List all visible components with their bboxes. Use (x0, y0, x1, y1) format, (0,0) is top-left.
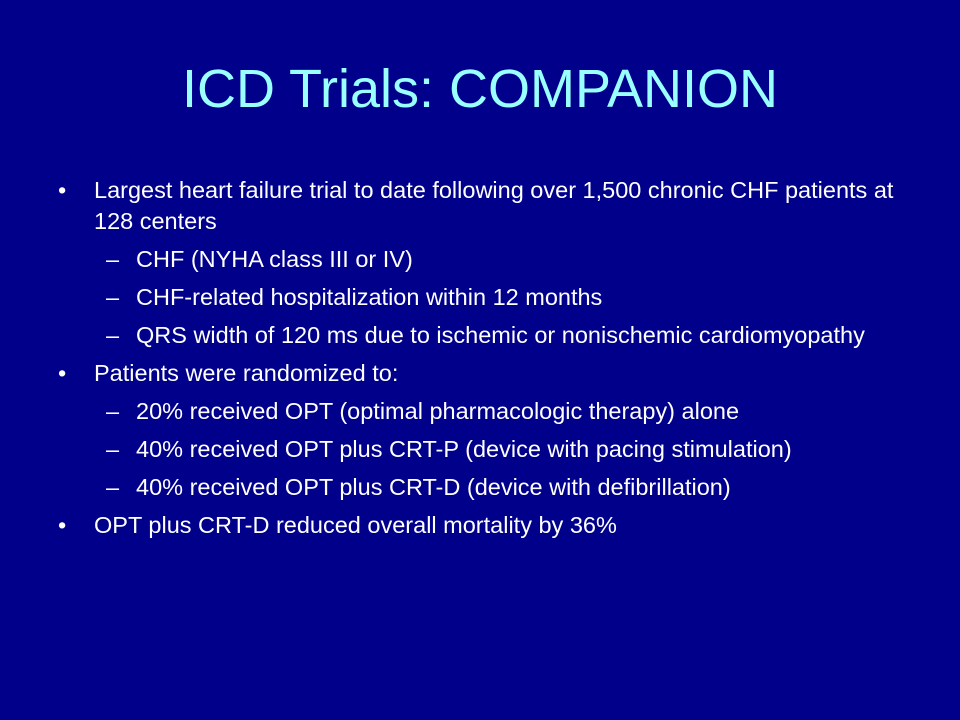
bullet-item-randomization: • Patients were randomized to: (56, 358, 916, 389)
subbullet-text: 20% received OPT (optimal pharmacologic … (136, 398, 740, 424)
subbullet-item-opt-alone: – 20% received OPT (optimal pharmacologi… (56, 396, 916, 427)
subbullet-marker: – (106, 284, 120, 310)
slide: ICD Trials: COMPANION • Largest heart fa… (0, 0, 960, 720)
subbullet-item-opt-crt-p: – 40% received OPT plus CRT-P (device wi… (56, 434, 916, 465)
subbullet-marker: – (106, 246, 120, 272)
subbullet-item-hospitalization: – CHF-related hospitalization within 12 … (56, 282, 916, 313)
subbullet-text: 40% received OPT plus CRT-D (device with… (136, 474, 731, 500)
subbullet-text: CHF (NYHA class III or IV) (136, 246, 413, 272)
bullet-marker: • (58, 360, 67, 386)
bullet-marker: • (58, 177, 67, 203)
bullet-item-mortality-result: • OPT plus CRT-D reduced overall mortali… (56, 510, 916, 541)
subbullet-marker: – (106, 474, 120, 500)
bullet-marker: • (58, 512, 67, 538)
subbullet-marker: – (106, 398, 120, 424)
subbullet-text: QRS width of 120 ms due to ischemic or n… (136, 322, 865, 348)
subbullet-text: 40% received OPT plus CRT-P (device with… (136, 436, 792, 462)
bullet-item-trial-size: • Largest heart failure trial to date fo… (56, 175, 916, 237)
bullet-list: • Largest heart failure trial to date fo… (56, 175, 916, 548)
slide-title: ICD Trials: COMPANION (181, 59, 779, 119)
subbullet-item-nyha-class: – CHF (NYHA class III or IV) (56, 244, 916, 275)
subbullet-text: CHF-related hospitalization within 12 mo… (136, 284, 603, 310)
bullet-text: OPT plus CRT-D reduced overall mortality… (94, 512, 617, 538)
subbullet-item-opt-crt-d: – 40% received OPT plus CRT-D (device wi… (56, 472, 916, 503)
subbullet-marker: – (106, 322, 120, 348)
subbullet-item-qrs-width: – QRS width of 120 ms due to ischemic or… (56, 320, 916, 351)
bullet-text: Patients were randomized to: (94, 360, 399, 386)
subbullet-marker: – (106, 436, 120, 462)
bullet-text: Largest heart failure trial to date foll… (94, 177, 894, 234)
